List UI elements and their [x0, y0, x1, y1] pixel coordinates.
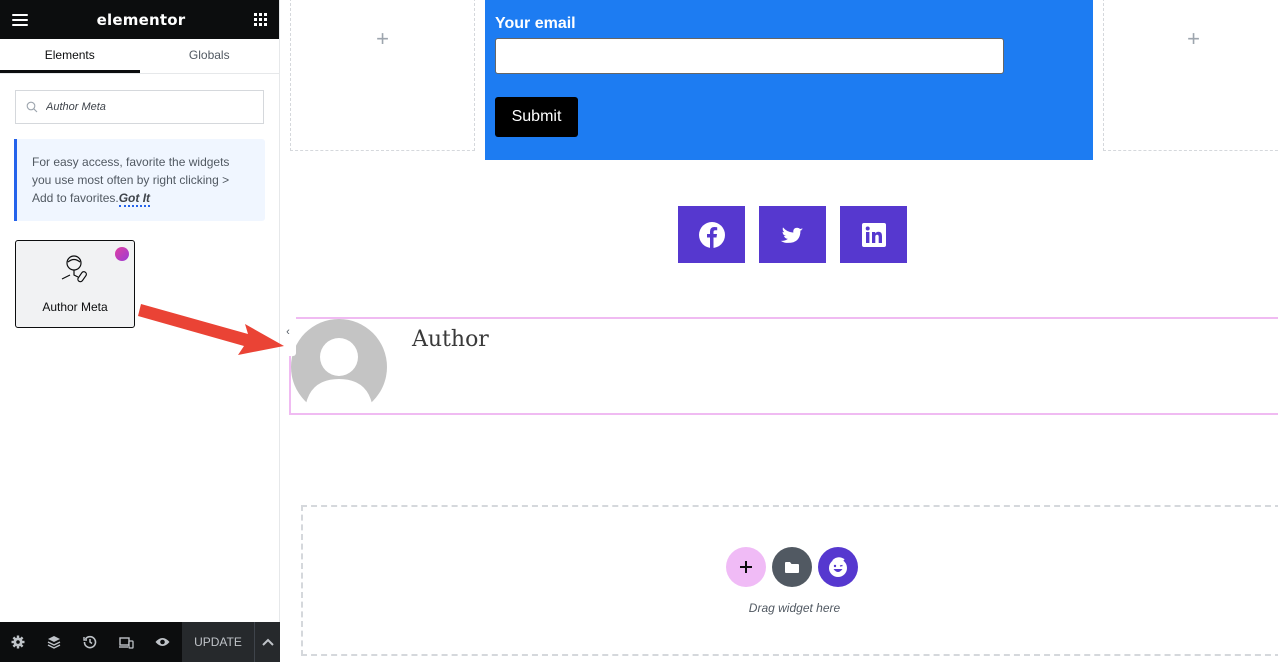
happy-face-icon	[829, 557, 847, 577]
favorites-notice: For easy access, favorite the widgets yo…	[14, 139, 265, 221]
drop-zone-actions	[726, 547, 858, 587]
empty-column-right[interactable]: +	[1103, 0, 1278, 151]
widget-author-meta[interactable]: Author Meta	[15, 240, 135, 328]
author-meta-widget[interactable]: Author	[289, 317, 1278, 415]
editor-panel: elementor Elements Globals For easy acce…	[0, 0, 280, 662]
add-template-button[interactable]	[772, 547, 812, 587]
author-avatar	[291, 319, 388, 409]
chevron-left-icon: ‹	[286, 326, 290, 338]
facebook-button[interactable]	[678, 206, 745, 263]
linkedin-button[interactable]	[840, 206, 907, 263]
navigator-layers-icon[interactable]	[36, 622, 72, 662]
twitter-button[interactable]	[759, 206, 826, 263]
email-label: Your email	[495, 15, 576, 32]
settings-icon[interactable]	[0, 622, 36, 662]
responsive-mode-icon[interactable]	[108, 622, 144, 662]
add-element-icon[interactable]: +	[376, 28, 389, 150]
chevron-up-icon	[261, 638, 274, 646]
plus-icon	[740, 561, 752, 573]
got-it-link[interactable]: Got It	[118, 191, 151, 207]
author-meta-icon	[61, 255, 87, 283]
add-section-button[interactable]	[726, 547, 766, 587]
drop-zone-label: Drag widget here	[748, 601, 841, 615]
widget-drop-zone[interactable]: Drag widget here	[301, 505, 1278, 656]
widget-label: Author Meta	[42, 300, 108, 314]
panel-header: elementor	[0, 0, 279, 39]
widget-search	[15, 90, 264, 124]
panel-collapse-handle[interactable]: ‹	[280, 308, 296, 356]
happy-addons-button[interactable]	[818, 547, 858, 587]
history-icon[interactable]	[72, 622, 108, 662]
panel-footer: UPDATE	[0, 622, 280, 662]
update-button[interactable]: UPDATE	[182, 622, 254, 662]
empty-column-left[interactable]: +	[290, 0, 475, 151]
editor-canvas: + Your email Submit + Author Drag widget…	[281, 0, 1278, 662]
author-name: Author	[412, 327, 489, 352]
search-input[interactable]	[46, 101, 246, 113]
save-options-button[interactable]	[254, 622, 280, 662]
tab-elements[interactable]: Elements	[0, 39, 140, 73]
twitter-icon	[780, 226, 803, 243]
subscribe-form: Your email Submit	[485, 0, 1093, 160]
preview-eye-icon[interactable]	[144, 622, 180, 662]
submit-button[interactable]: Submit	[495, 97, 578, 137]
facebook-icon	[698, 221, 725, 248]
elementor-logo: elementor	[96, 10, 186, 29]
linkedin-icon	[861, 222, 886, 247]
menu-hamburger-icon[interactable]	[12, 13, 28, 26]
widgets-grid-icon[interactable]	[254, 13, 267, 26]
email-field[interactable]	[495, 38, 1004, 74]
add-element-icon[interactable]: +	[1187, 28, 1200, 150]
tab-globals[interactable]: Globals	[140, 39, 280, 73]
search-icon	[26, 101, 38, 113]
panel-tabs: Elements Globals	[0, 39, 279, 74]
folder-icon	[785, 561, 799, 573]
pro-badge-icon	[115, 247, 129, 261]
